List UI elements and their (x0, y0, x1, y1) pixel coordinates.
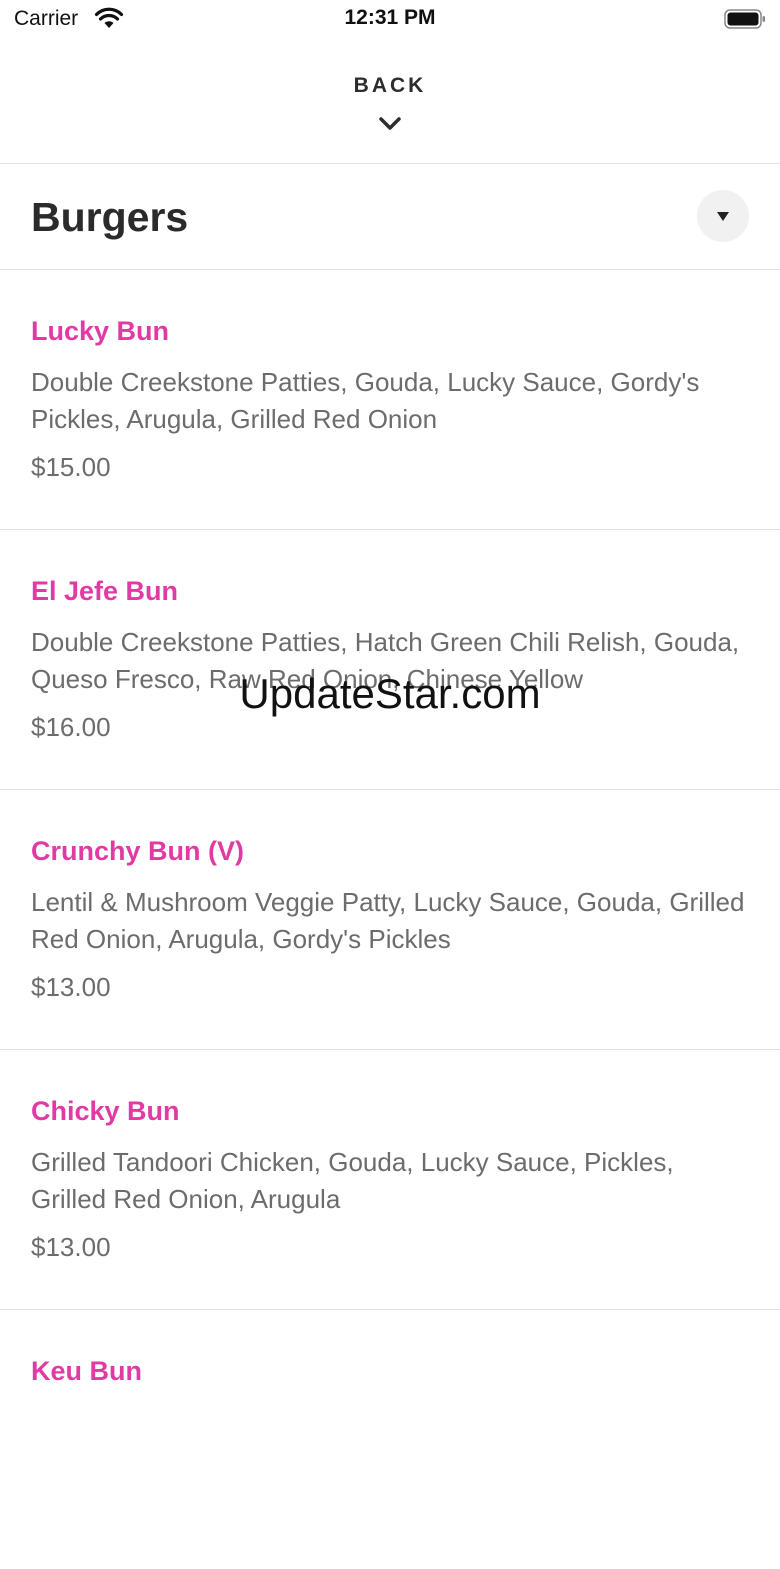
menu-item[interactable]: Lucky Bun Double Creekstone Patties, Gou… (0, 270, 780, 530)
battery-icon (724, 9, 765, 29)
status-bar: Carrier 12:31 PM (0, 0, 780, 40)
section-title: Burgers (31, 194, 189, 240)
section-header: Burgers (0, 164, 780, 270)
item-price: $15.00 (31, 452, 111, 482)
menu-list: Lucky Bun Double Creekstone Patties, Gou… (0, 270, 780, 1569)
item-price: $16.00 (31, 712, 111, 742)
back-button[interactable]: BACK (0, 40, 780, 164)
item-name: Keu Bun (31, 1356, 142, 1386)
section-dropdown-button[interactable] (697, 190, 749, 242)
menu-item[interactable]: Keu Bun (0, 1310, 780, 1569)
item-description: Lentil & Mushroom Veggie Patty, Lucky Sa… (31, 887, 745, 954)
item-description: Double Creekstone Patties, Hatch Green C… (31, 627, 740, 694)
item-name: Lucky Bun (31, 316, 170, 346)
back-label: BACK (353, 74, 427, 97)
caret-down-icon (717, 212, 729, 221)
menu-item[interactable]: El Jefe Bun Double Creekstone Patties, H… (0, 530, 780, 790)
menu-item[interactable]: Crunchy Bun (V) Lentil & Mushroom Veggie… (0, 790, 780, 1050)
item-description: Double Creekstone Patties, Gouda, Lucky … (31, 367, 700, 434)
menu-item[interactable]: Chicky Bun Grilled Tandoori Chicken, Gou… (0, 1050, 780, 1310)
item-name: Crunchy Bun (V) (31, 836, 244, 866)
item-name: El Jefe Bun (31, 576, 179, 606)
item-name: Chicky Bun (31, 1096, 180, 1126)
item-price: $13.00 (31, 972, 111, 1002)
chevron-down-icon (379, 117, 401, 130)
item-price: $13.00 (31, 1232, 111, 1262)
item-description: Grilled Tandoori Chicken, Gouda, Lucky S… (31, 1147, 674, 1214)
status-time: 12:31 PM (344, 6, 436, 29)
